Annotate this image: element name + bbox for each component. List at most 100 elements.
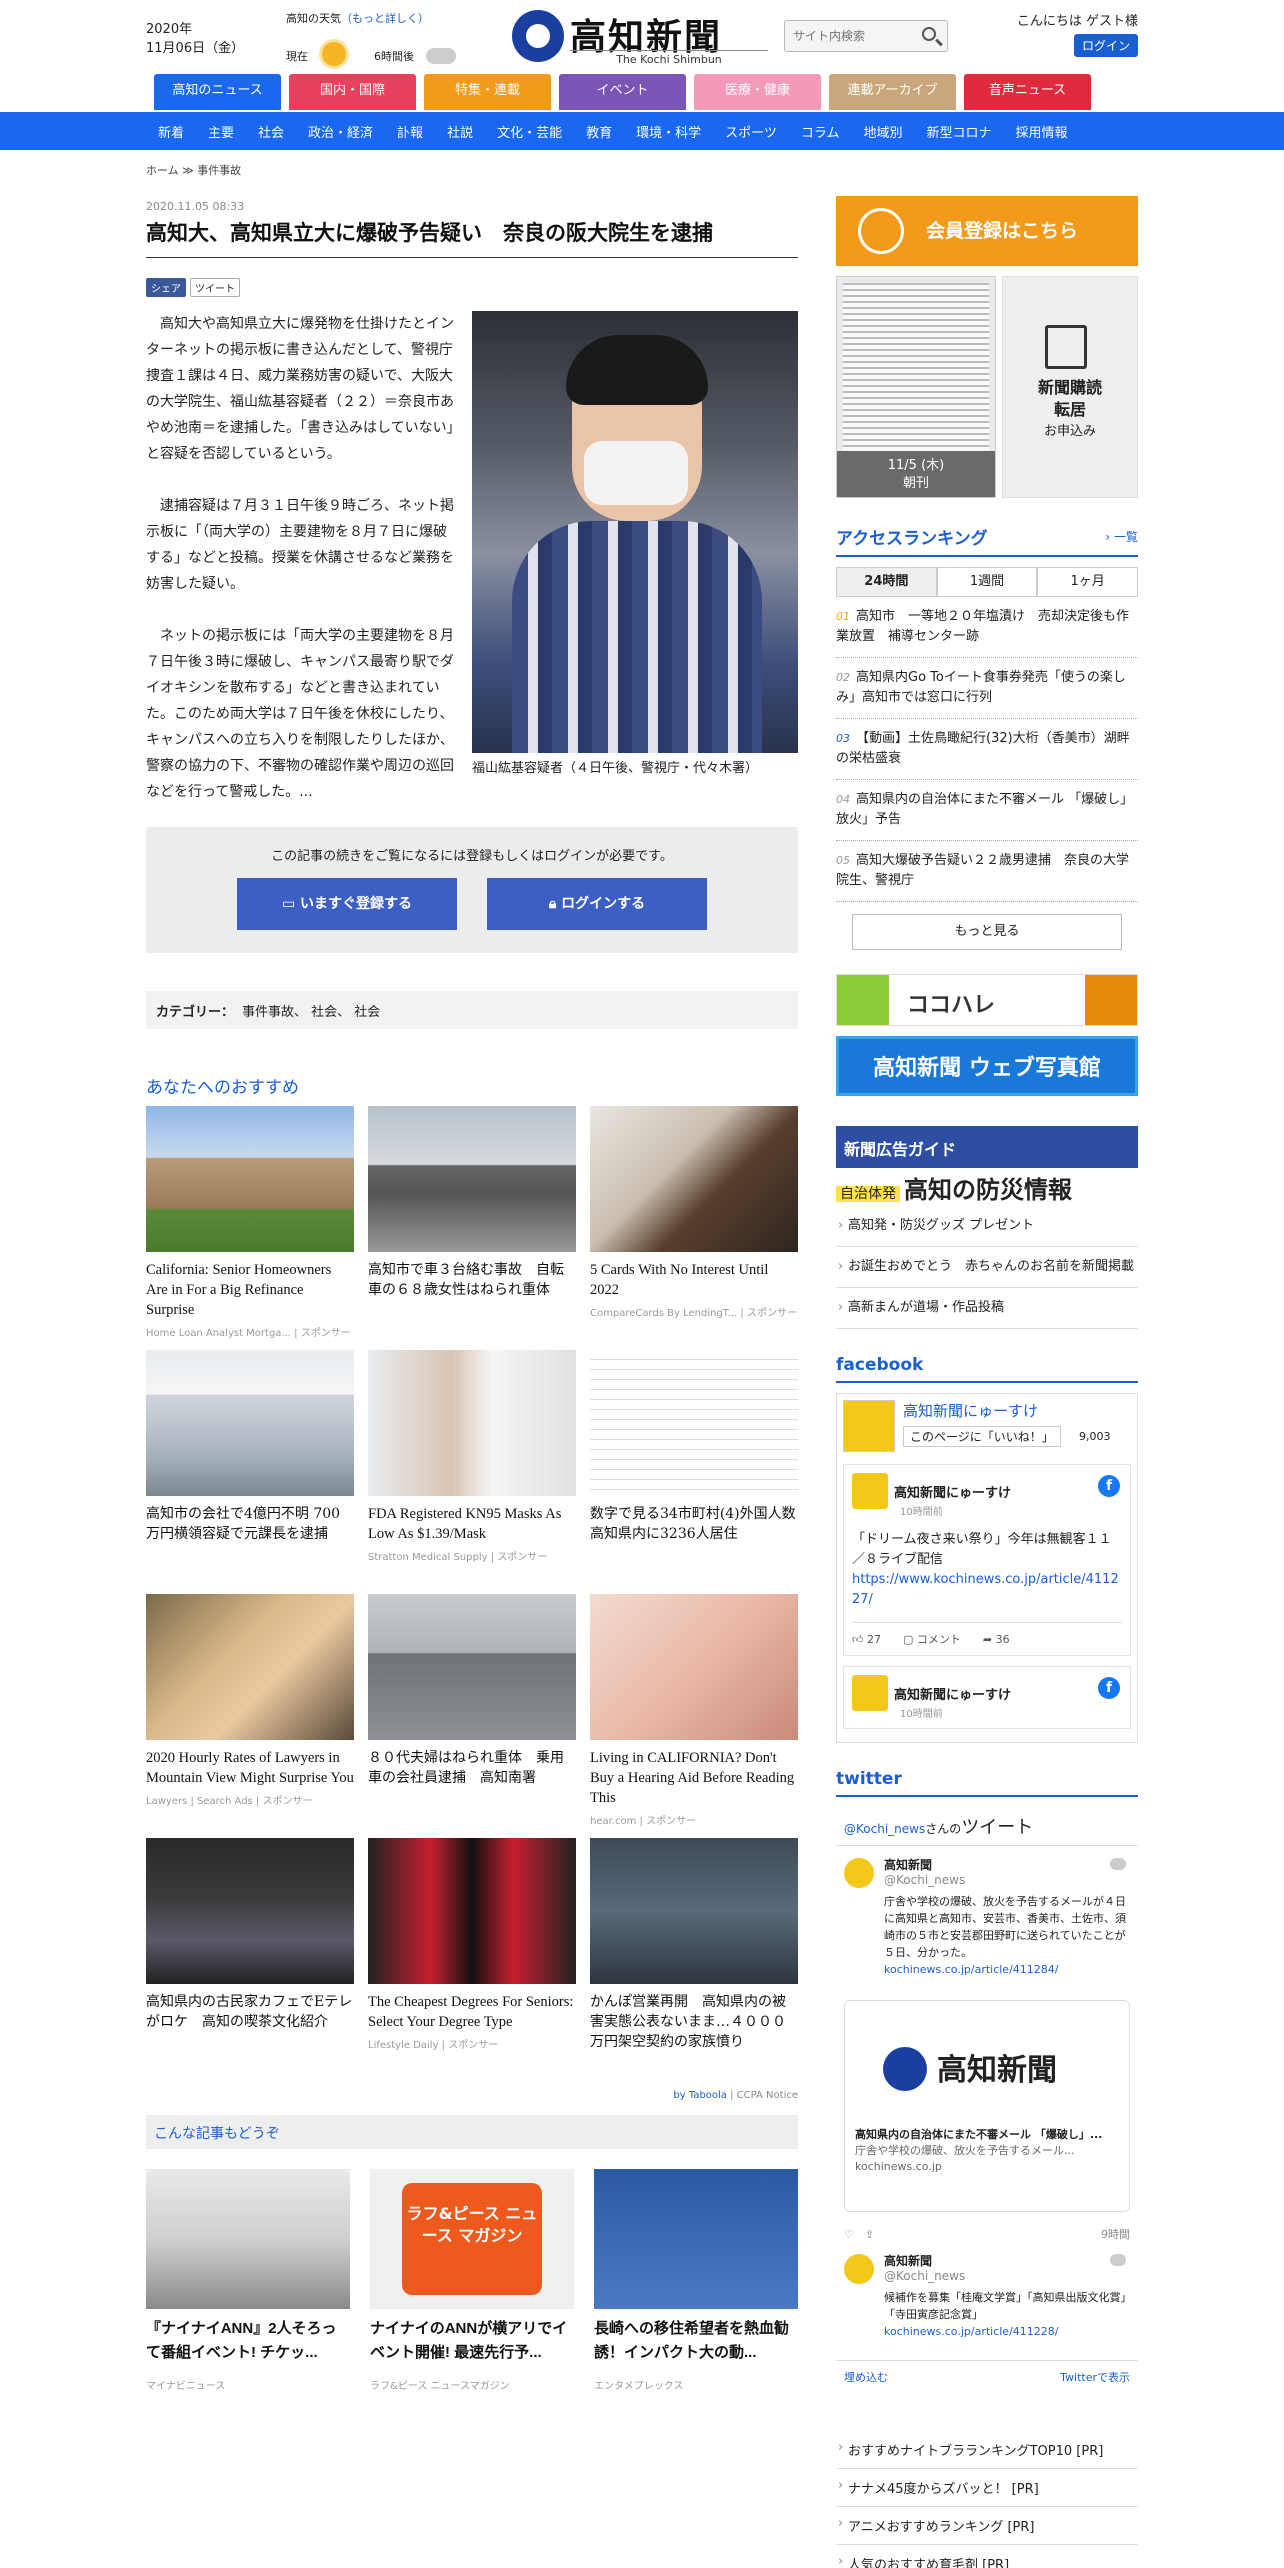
card-title[interactable]: 2020 Hourly Rates of Lawyers in Mountain… <box>146 1748 354 1788</box>
subnav-item[interactable]: 訃報 <box>385 122 435 141</box>
facebook-share-button[interactable]: シェア <box>146 278 186 297</box>
subnav-item[interactable]: 採用情報 <box>1004 122 1080 141</box>
card-thumbnail[interactable] <box>368 1350 576 1496</box>
subnav-item[interactable]: 新着 <box>146 122 196 141</box>
search-input[interactable] <box>785 21 909 51</box>
rank-title[interactable]: 高知市 一等地２０年塩漬け 売却決定後も作業放置 補導センター跡 <box>836 609 1129 644</box>
card-title[interactable]: 高知市の会社で4億円不明 700万円横領容疑で元課長を逮捕 <box>146 1504 354 1544</box>
card-title[interactable]: The Cheapest Degrees For Seniors: Select… <box>368 1992 576 2032</box>
sidebar-link[interactable]: 高新まんが道場・作品投稿 <box>836 1288 1138 1329</box>
more-article-card[interactable]: ラフ&ピース ニュース マガジン ナイナイのANNが横アリでイベント開催! 最速先… <box>370 2169 574 2409</box>
sidebar-link[interactable]: 高知発・防災グッズ プレゼント <box>836 1206 1138 1247</box>
card-thumbnail[interactable]: ラフ&ピース ニュース マガジン <box>370 2169 574 2309</box>
card-thumbnail[interactable] <box>368 1594 576 1740</box>
recommend-card[interactable]: The Cheapest Degrees For Seniors: Select… <box>368 1838 576 2082</box>
tweet-link-card[interactable]: 高知新聞 高知県内の自治体にまた不審メール 「爆破し」... 庁舎や学校の爆破、放… <box>844 2000 1130 2212</box>
recommend-card[interactable]: かんぽ営業再開 高知県内の被害実態公表ないまま…４０００万円架空契約の家族憤り <box>590 1838 798 2082</box>
card-title[interactable]: 数字で見る34市町村(4)外国人数 高知県内に3236人居住 <box>590 1504 810 1544</box>
card-thumbnail[interactable] <box>590 1838 798 1984</box>
card-thumbnail[interactable] <box>368 1838 576 1984</box>
card-title[interactable]: 高知県内の古民家カフェでEテレがロケ 高知の喫茶文化紹介 <box>146 1992 354 2032</box>
card-title[interactable]: Living in CALIFORNIA? Don't Buy a Hearin… <box>590 1748 798 1808</box>
card-thumbnail[interactable] <box>146 1838 354 1984</box>
card-title[interactable]: California: Senior Homeowners Are in For… <box>146 1260 354 1320</box>
tab-2[interactable]: 国内・国際 <box>289 74 416 110</box>
rank-title[interactable]: 高知県内の自治体にまた不審メール 「爆破し」放火」予告 <box>836 792 1133 827</box>
subnav-item[interactable]: 主要 <box>196 122 246 141</box>
card-thumbnail[interactable] <box>146 1350 354 1496</box>
tab-1[interactable]: 高知のニュース <box>154 74 281 110</box>
pr-link[interactable]: 人気のおすすめ育毛剤 [PR] <box>836 2545 1138 2568</box>
card-thumbnail[interactable] <box>368 1106 576 1252</box>
share-icon[interactable]: ➦ <box>983 1633 996 1646</box>
page-avatar[interactable] <box>843 1400 895 1452</box>
card-title[interactable]: 『ナイナイANN』2人そろって番組イベント! チケッ... <box>146 2317 350 2365</box>
ranking-item[interactable]: 02 高知県内Go Toイート食事券発売「使うの楽しみ」高知市では窓口に行列 <box>836 658 1138 719</box>
tweet-avatar[interactable] <box>844 2254 874 2284</box>
recommend-card[interactable]: 数字で見る34市町村(4)外国人数 高知県内に3236人居住 <box>590 1350 810 1594</box>
card-title[interactable]: 長崎への移住希望者を熱血勧誘！インパクト大の動... <box>594 2317 798 2365</box>
ranking-more-button[interactable]: もっと見る <box>852 914 1122 950</box>
category-links[interactable]: 事件事故、 社会、 社会 <box>242 1005 380 1020</box>
card-thumbnail[interactable] <box>590 1350 798 1496</box>
card-thumbnail[interactable] <box>146 1594 354 1740</box>
subnav-item[interactable]: 環境・科学 <box>624 122 713 141</box>
fb-post-link[interactable]: https://www.kochinews.co.jp/article/4112… <box>852 1572 1119 1607</box>
more-article-card[interactable]: 『ナイナイANN』2人そろって番組イベント! チケッ... マイナビニュース <box>146 2169 350 2409</box>
recommend-card[interactable]: 高知市で車３台絡む事故 自転車の６８歳女性はねられ重体 <box>368 1106 576 1350</box>
rank-title[interactable]: 【動画】土佐鳥瞰紀行(32)大桁（香美市）湖畔の栄枯盛衰 <box>836 731 1130 766</box>
card-thumbnail[interactable] <box>146 1106 354 1252</box>
ranking-tab[interactable]: 1ヶ月 <box>1037 567 1139 597</box>
recommend-card[interactable]: Living in CALIFORNIA? Don't Buy a Hearin… <box>590 1594 798 1838</box>
tab-4[interactable]: イベント <box>559 74 686 110</box>
recommend-card[interactable]: FDA Registered KN95 Masks As Low As $1.3… <box>368 1350 576 1594</box>
more-article-card[interactable]: 長崎への移住希望者を熱血勧誘！インパクト大の動... エンタメプレックス <box>594 2169 798 2409</box>
fb-like-button[interactable]: このページに「いいね！」 <box>903 1426 1061 1447</box>
recommend-card[interactable]: 5 Cards With No Interest Until 2022 Compa… <box>590 1106 798 1350</box>
weather-widget[interactable]: 高知の天気（もっと詳しく） 現在 6時間後 <box>286 10 476 66</box>
subnav-item[interactable]: 政治・経済 <box>296 122 385 141</box>
ranking-tab[interactable]: 1週間 <box>936 567 1038 597</box>
sidebar-link[interactable]: お誕生おめでとう 赤ちゃんのお名前を新聞掲載 <box>836 1247 1138 1288</box>
card-thumbnail[interactable] <box>590 1106 798 1252</box>
tab-6[interactable]: 連載アーカイブ <box>829 74 956 110</box>
disaster-info-banner[interactable]: 自治体発 高知の防災情報 <box>836 1170 1138 1206</box>
subnav-item[interactable]: 地域別 <box>852 122 915 141</box>
tab-3[interactable]: 特集・連載 <box>424 74 551 110</box>
rank-title[interactable]: 高知大爆破予告疑い２２歳男逮捕 奈良の大学院生、警視庁 <box>836 853 1129 888</box>
fb-page-name[interactable]: 高知新聞にゅーすけ <box>903 1400 1038 1421</box>
rank-title[interactable]: 高知県内Go Toイート食事券発売「使うの楽しみ」高知市では窓口に行列 <box>836 670 1126 705</box>
breadcrumb-current[interactable]: 事件事故 <box>197 164 241 177</box>
recommend-card[interactable]: California: Senior Homeowners Are in For… <box>146 1106 354 1350</box>
tweet-actions[interactable]: ♡ ⇪ <box>844 2226 874 2242</box>
card-title[interactable]: 高知市で車３台絡む事故 自転車の６８歳女性はねられ重体 <box>368 1260 576 1300</box>
recommend-card[interactable]: 高知県内の古民家カフェでEテレがロケ 高知の喫茶文化紹介 <box>146 1838 354 2082</box>
ranking-more-link[interactable]: › 一覧 <box>1105 528 1138 545</box>
subnav-item[interactable]: スポーツ <box>713 122 789 141</box>
weather-more-link[interactable]: （もっと詳しく） <box>341 12 429 25</box>
subnav-item[interactable]: 文化・芸能 <box>485 122 574 141</box>
tweet-link[interactable]: kochinews.co.jp/article/411228/ <box>884 2325 1058 2338</box>
card-thumbnail[interactable] <box>594 2169 798 2309</box>
tweet-avatar[interactable] <box>844 1858 874 1888</box>
site-logo[interactable]: 高知新聞 The Kochi Shimbun <box>512 8 768 66</box>
search-button[interactable] <box>913 21 947 51</box>
card-title[interactable]: 5 Cards With No Interest Until 2022 <box>590 1260 798 1300</box>
embed-link[interactable]: 埋め込む <box>844 2369 888 2385</box>
ranking-tab[interactable]: 24時間 <box>836 567 937 597</box>
card-thumbnail[interactable] <box>590 1594 798 1740</box>
ranking-item[interactable]: 03 【動画】土佐鳥瞰紀行(32)大桁（香美市）湖畔の栄枯盛衰 <box>836 719 1138 780</box>
tweet-link[interactable]: kochinews.co.jp/article/411284/ <box>884 1963 1058 1976</box>
subnav-item[interactable]: 教育 <box>574 122 624 141</box>
subnav-item[interactable]: 新型コロナ <box>915 122 1004 141</box>
tab-7[interactable]: 音声ニュース <box>964 74 1091 110</box>
web-photo-banner[interactable]: 高知新聞 ウェブ写真館 <box>836 1036 1138 1096</box>
ranking-item[interactable]: 01 高知市 一等地２０年塩漬け 売却決定後も作業放置 補導センター跡 <box>836 597 1138 658</box>
subscribe-button[interactable]: 新聞購読 転居 お申込み <box>1002 276 1138 498</box>
login-button[interactable]: ログイン <box>1073 34 1138 57</box>
login-article-button[interactable]: 🔒︎ ログインする <box>487 878 707 930</box>
card-title[interactable]: ８０代夫婦はねられ重体 乗用車の会社員逮捕 高知南署 <box>368 1748 576 1788</box>
recommend-card[interactable]: 高知市の会社で4億円不明 700万円横領容疑で元課長を逮捕 <box>146 1350 354 1594</box>
subnav-item[interactable]: 社会 <box>246 122 296 141</box>
kokohare-banner[interactable]: ココハレ <box>836 974 1138 1026</box>
